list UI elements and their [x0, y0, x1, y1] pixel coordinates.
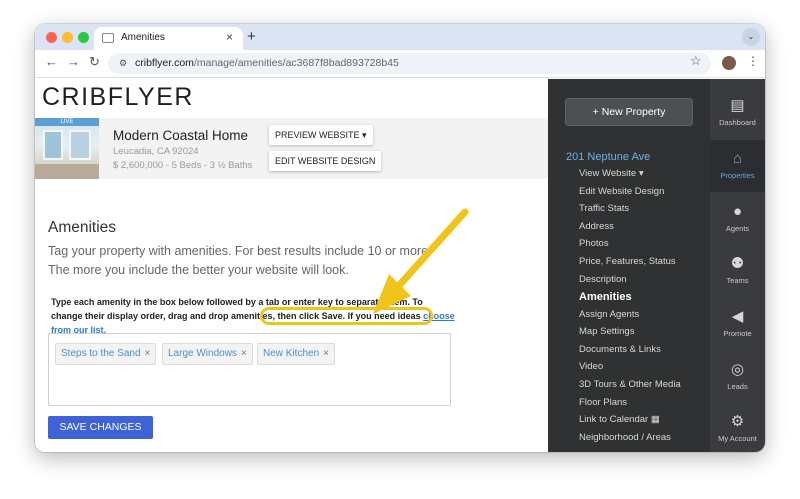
profile-avatar[interactable] [722, 56, 736, 70]
forward-icon[interactable]: → [67, 54, 80, 69]
sidebar-item-map-settings[interactable]: Map Settings [579, 326, 634, 337]
rail-item-dashboard[interactable]: ▤ Dashboard [710, 87, 765, 139]
rail-item-label: Promote [723, 329, 752, 338]
sidebar-item-price-features-status[interactable]: Price, Features, Status [579, 256, 676, 267]
thumbnail-window-left [43, 130, 63, 160]
save-changes-button[interactable]: SAVE CHANGES [48, 416, 153, 439]
amenity-tag-label: Large Windows [168, 348, 237, 359]
amenity-tag[interactable]: Steps to the Sand × [55, 343, 157, 365]
app-nav-rail: ▤ Dashboard ⌂ Properties ● Agents ⚉ Teams ◀ Promo… [710, 79, 765, 452]
url-domain: cribflyer.com [135, 57, 194, 69]
rail-item-label: Agents [725, 224, 750, 233]
thumbnail-window-right [69, 130, 91, 160]
sidebar-item-neighborhood-areas[interactable]: Neighborhood / Areas [579, 432, 671, 443]
bookmark-star-icon[interactable]: ☆ [690, 53, 702, 69]
rail-item-properties[interactable]: ⌂ Properties [710, 140, 765, 192]
sidebar-item-link-to-calendar[interactable]: Link to Calendar ▦ [579, 414, 660, 425]
property-location: Leucadia, CA 92024 [113, 146, 199, 157]
url-text: cribflyer.com/manage/amenities/ac3687f8b… [135, 57, 399, 69]
amenity-tag[interactable]: New Kitchen × [257, 343, 335, 365]
property-sidebar: + New Property 201 Neptune Ave View Webs… [548, 79, 710, 452]
edit-website-design-button[interactable]: EDIT WEBSITE DESIGN [269, 151, 382, 171]
gear-icon: ⚙ [730, 413, 745, 430]
dashboard-icon: ▤ [730, 97, 745, 114]
new-tab-button[interactable]: + [247, 28, 256, 45]
rail-item-label: Teams [726, 276, 749, 285]
sidebar-item-traffic-stats[interactable]: Traffic Stats [579, 203, 629, 214]
rail-item-label: My Account [718, 434, 757, 443]
sidebar-item-3d-tours-other-media[interactable]: 3D Tours & Other Media [579, 379, 681, 390]
tab-title: Amenities [121, 32, 165, 43]
tab-close-icon[interactable]: × [226, 30, 233, 44]
remove-tag-icon[interactable]: × [241, 348, 247, 359]
reload-icon[interactable]: ↻ [89, 54, 100, 70]
sidebar-item-address[interactable]: Address [579, 221, 614, 232]
sidebar-item-edit-website-design[interactable]: Edit Website Design [579, 186, 664, 197]
agents-icon: ● [732, 203, 743, 220]
sidebar-item-view-website[interactable]: View Website ▾ [579, 168, 644, 179]
sidebar-item-assign-agents[interactable]: Assign Agents [579, 309, 639, 320]
maximize-window-button[interactable] [78, 32, 89, 43]
teams-icon: ⚉ [730, 255, 745, 272]
rail-item-label: Properties [720, 171, 755, 180]
site-logo[interactable]: CRIBFLYER [42, 83, 194, 112]
promote-icon: ◀ [731, 308, 744, 325]
tab-search-button[interactable]: ⌄ [742, 28, 760, 46]
rail-item-leads[interactable]: ◎ Leads [710, 351, 765, 403]
rail-item-promote[interactable]: ◀ Promote [710, 298, 765, 350]
site-info-icon[interactable]: ⚙ [117, 57, 129, 69]
property-details: $ 2,600,000 - 5 Beds - 3 ½ Baths [113, 160, 253, 171]
remove-tag-icon[interactable]: × [323, 348, 329, 359]
sidebar-item-video[interactable]: Video [579, 361, 603, 372]
page-favicon-icon [102, 33, 114, 43]
remove-tag-icon[interactable]: × [145, 348, 151, 359]
back-icon[interactable]: ← [45, 54, 58, 69]
close-window-button[interactable] [46, 32, 57, 43]
amenity-tag-label: Steps to the Sand [61, 348, 141, 359]
thumbnail-floor [35, 164, 99, 179]
sidebar-item-description[interactable]: Description [579, 274, 627, 285]
rail-item-teams[interactable]: ⚉ Teams [710, 245, 765, 297]
tab-amenities[interactable]: Amenities × [94, 27, 243, 50]
sidebar-property-heading[interactable]: 201 Neptune Ave [566, 151, 650, 163]
amenities-tag-input[interactable]: Steps to the Sand × Large Windows × New Ki… [48, 333, 451, 406]
browser-window: Amenities × + ⌄ ← → ↻ ⚙ cribflyer.com/ma… [35, 24, 765, 452]
tab-strip: Amenities × + ⌄ [35, 24, 765, 50]
rail-item-agents[interactable]: ● Agents [710, 193, 765, 245]
page-title: Amenities [48, 219, 117, 236]
rail-item-label: Dashboard [719, 118, 756, 127]
sidebar-item-amenities[interactable]: Amenities [579, 291, 632, 303]
url-path: /manage/amenities/ac3687f8bad893728b45 [193, 57, 399, 69]
sidebar-item-photos[interactable]: Photos [579, 238, 609, 249]
properties-icon: ⌂ [732, 150, 743, 167]
preview-website-button[interactable]: PREVIEW WEBSITE ▾ [269, 125, 373, 145]
sidebar-item-floor-plans[interactable]: Floor Plans [579, 397, 627, 408]
address-bar[interactable]: ⚙ cribflyer.com/manage/amenities/ac3687f… [108, 53, 711, 74]
live-badge: LIVE [35, 118, 99, 126]
amenities-description: Tag your property with amenities. For be… [48, 244, 432, 277]
highlight-callout [260, 307, 433, 325]
amenity-tag-label: New Kitchen [263, 348, 320, 359]
rail-item-my-account[interactable]: ⚙ My Account [710, 403, 765, 452]
rail-item-label: Leads [727, 382, 748, 391]
page-content: CRIBFLYER LIVE Modern Coastal Home Leuca… [35, 79, 765, 452]
property-name: Modern Coastal Home [113, 128, 249, 143]
new-property-button[interactable]: + New Property [565, 98, 693, 126]
minimize-window-button[interactable] [62, 32, 73, 43]
sidebar-item-documents-links[interactable]: Documents & Links [579, 344, 661, 355]
main-panel: CRIBFLYER LIVE Modern Coastal Home Leuca… [35, 79, 548, 452]
property-thumbnail[interactable]: LIVE [35, 118, 99, 179]
browser-toolbar: ← → ↻ ⚙ cribflyer.com/manage/amenities/a… [35, 50, 765, 78]
amenity-tag[interactable]: Large Windows × [162, 343, 253, 365]
browser-menu-icon[interactable]: ⋮ [747, 54, 759, 68]
leads-icon: ◎ [730, 361, 745, 378]
